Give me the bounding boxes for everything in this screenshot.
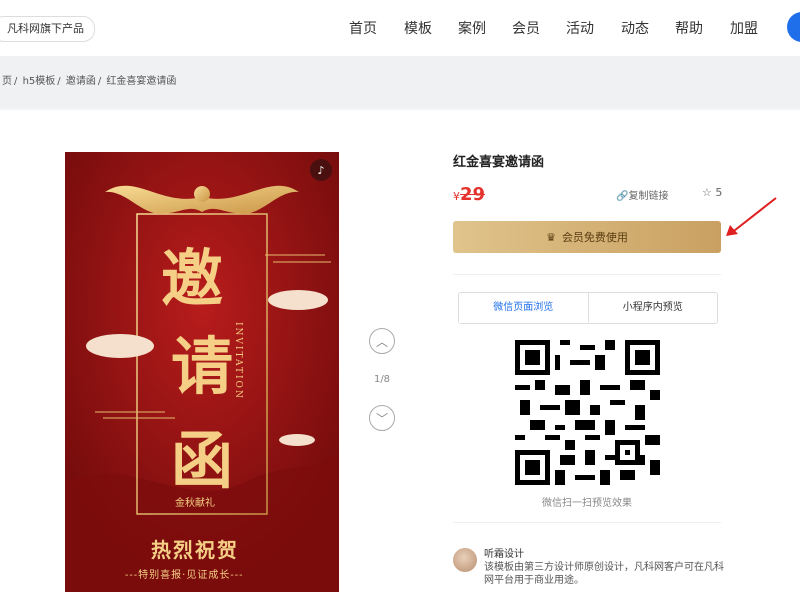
author-avatar[interactable]	[453, 548, 477, 572]
tab-wechat-preview[interactable]: 微信页面浏览	[459, 293, 589, 323]
nav-membership[interactable]: 会员	[512, 18, 540, 38]
qr-code	[515, 340, 660, 485]
preview-tabs: 微信页面浏览 小程序内预览	[458, 292, 718, 324]
chevron-down-icon: ﹀	[375, 411, 388, 426]
template-preview-image[interactable]: ♪ 邀 请 函 INVITATION 金秋献礼 热烈祝贺 ---特别喜报·见证成…	[65, 152, 339, 592]
nav-news[interactable]: 动态	[621, 18, 649, 38]
nav-events[interactable]: 活动	[566, 18, 594, 38]
nav-cases[interactable]: 案例	[458, 18, 486, 38]
nav-home[interactable]: 首页	[349, 18, 377, 38]
divider	[453, 274, 721, 275]
price: ¥29	[453, 184, 485, 205]
author-description: 该模板由第三方设计师原创设计，凡科网客户可在凡科网平台用于商业用途。	[484, 562, 724, 586]
copy-link-button[interactable]: 🔗复制链接	[616, 187, 668, 202]
star-icon: ☆	[702, 186, 712, 199]
nav-join[interactable]: 加盟	[730, 18, 758, 38]
annotation-arrow-icon	[726, 197, 777, 236]
poster-slogan: ---特别喜报·见证成长---	[125, 570, 244, 581]
nav-help[interactable]: 帮助	[675, 18, 703, 38]
prev-page-button[interactable]: ︿	[369, 328, 395, 354]
qr-caption: 微信扫一扫预览效果	[542, 498, 632, 509]
breadcrumb: 页 / h5模板 / 邀请函 / 红金喜宴邀请函	[0, 56, 800, 108]
poster-english: INVITATION	[233, 322, 243, 400]
page-pager: ︿ 1/8 ﹀	[369, 328, 395, 431]
favorite-button[interactable]: ☆ 5	[702, 186, 722, 199]
chevron-up-icon: ︿	[375, 334, 388, 349]
member-free-use-button[interactable]: ♛ 会员免费使用	[453, 221, 721, 253]
user-avatar[interactable]	[787, 12, 800, 42]
poster-char-1: 邀	[161, 242, 224, 315]
nav-templates[interactable]: 模板	[404, 18, 432, 38]
top-header: 凡科网旗下产品 首页 模板 案例 会员 活动 动态 帮助 加盟	[0, 0, 800, 57]
copy-link-label: 复制链接	[628, 191, 669, 202]
tab-miniprogram-preview[interactable]: 小程序内预览	[589, 293, 718, 323]
price-amount: 29	[460, 184, 486, 205]
poster-char-3: 函	[171, 424, 234, 497]
template-title: 红金喜宴邀请函	[453, 155, 545, 170]
svg-text:♪: ♪	[317, 164, 324, 177]
poster-subtext: 金秋献礼	[175, 498, 215, 509]
breadcrumb-h5[interactable]: h5模板	[23, 76, 56, 87]
next-page-button[interactable]: ﹀	[369, 405, 395, 431]
member-button-label: 会员免费使用	[561, 231, 628, 244]
breadcrumb-home[interactable]: 页	[2, 76, 12, 87]
poster-greeting: 热烈祝贺	[151, 538, 239, 562]
currency-symbol: ¥	[453, 190, 460, 203]
link-icon: 🔗	[616, 191, 629, 202]
author-name[interactable]: 听霜设计	[484, 545, 524, 560]
brand-chip[interactable]: 凡科网旗下产品	[0, 16, 95, 42]
breadcrumb-current: 红金喜宴邀请函	[106, 76, 177, 87]
breadcrumb-invitation[interactable]: 邀请函	[66, 76, 96, 87]
divider	[453, 522, 721, 523]
crown-icon: ♛	[546, 230, 556, 244]
poster-char-2: 请	[171, 330, 234, 403]
page-indicator: 1/8	[373, 374, 391, 385]
